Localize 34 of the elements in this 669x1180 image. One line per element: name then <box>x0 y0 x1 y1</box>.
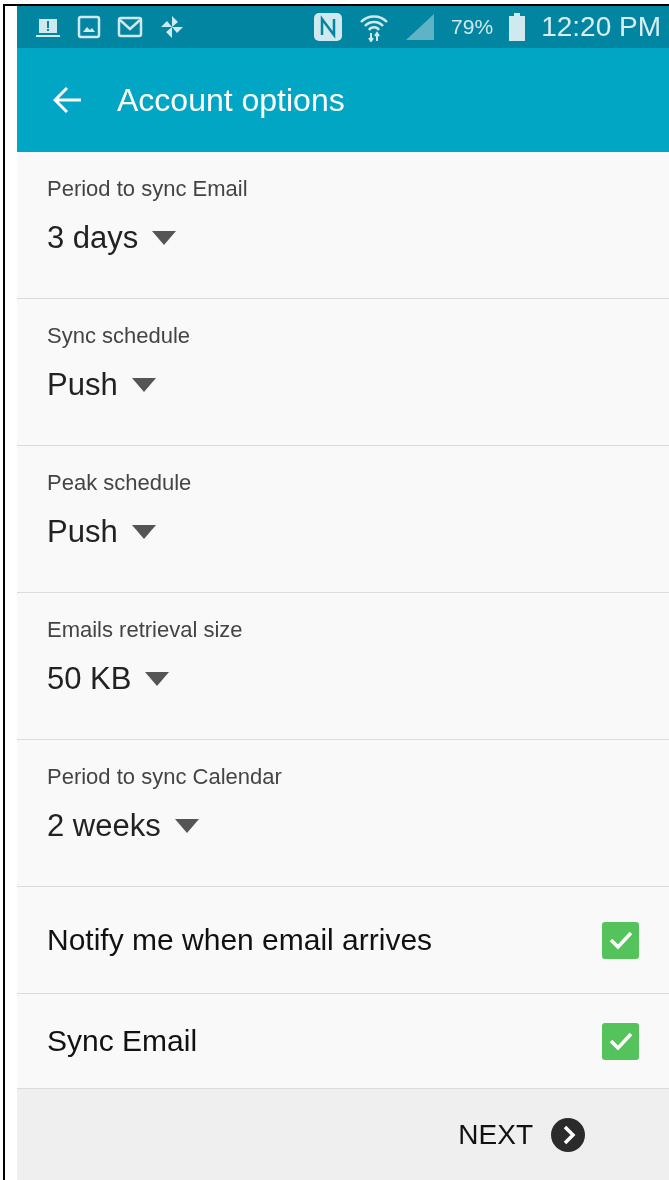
caret-icon <box>131 378 156 392</box>
nfc-icon <box>313 12 344 42</box>
setting-label: Emails retrieval size <box>47 617 244 643</box>
checkbox[interactable] <box>602 1022 639 1060</box>
screen-title: Account options <box>117 81 345 119</box>
battery-percent: 79% <box>451 15 494 39</box>
mail-icon <box>117 16 143 38</box>
checkbox[interactable] <box>602 921 639 959</box>
setting-label: Sync schedule <box>47 323 192 349</box>
wifi-icon <box>359 12 390 42</box>
checkmark-icon <box>607 930 634 950</box>
caret-icon <box>174 819 199 833</box>
signal-icon <box>405 13 436 41</box>
checkbox-label: Notify me when email arrives <box>47 923 433 957</box>
back-icon[interactable] <box>53 86 83 114</box>
caret-icon <box>145 672 170 686</box>
dropdown[interactable]: 2 weeks <box>47 808 199 844</box>
dropdown[interactable]: Push <box>47 367 156 403</box>
caret-icon <box>152 231 177 245</box>
clock-time: 12:20 PM <box>541 11 661 43</box>
setting-label: Peak schedule <box>47 470 193 496</box>
dropdown[interactable]: 50 KB <box>47 661 170 697</box>
setting-label: Period to sync Calendar <box>47 764 283 790</box>
setting-label: Period to sync Email <box>47 176 249 202</box>
checkmark-icon <box>607 1031 634 1051</box>
chevron-icon <box>551 1117 585 1152</box>
next-button[interactable]: NEXT <box>458 1117 585 1152</box>
checkbox-label: Sync Email <box>47 1024 198 1058</box>
pinwheel-icon <box>159 14 185 40</box>
battery-icon <box>509 13 526 41</box>
caret-icon <box>131 525 156 539</box>
dropdown[interactable]: Push <box>47 514 156 550</box>
image-icon <box>77 15 101 39</box>
dropdown[interactable]: 3 days <box>47 220 177 256</box>
